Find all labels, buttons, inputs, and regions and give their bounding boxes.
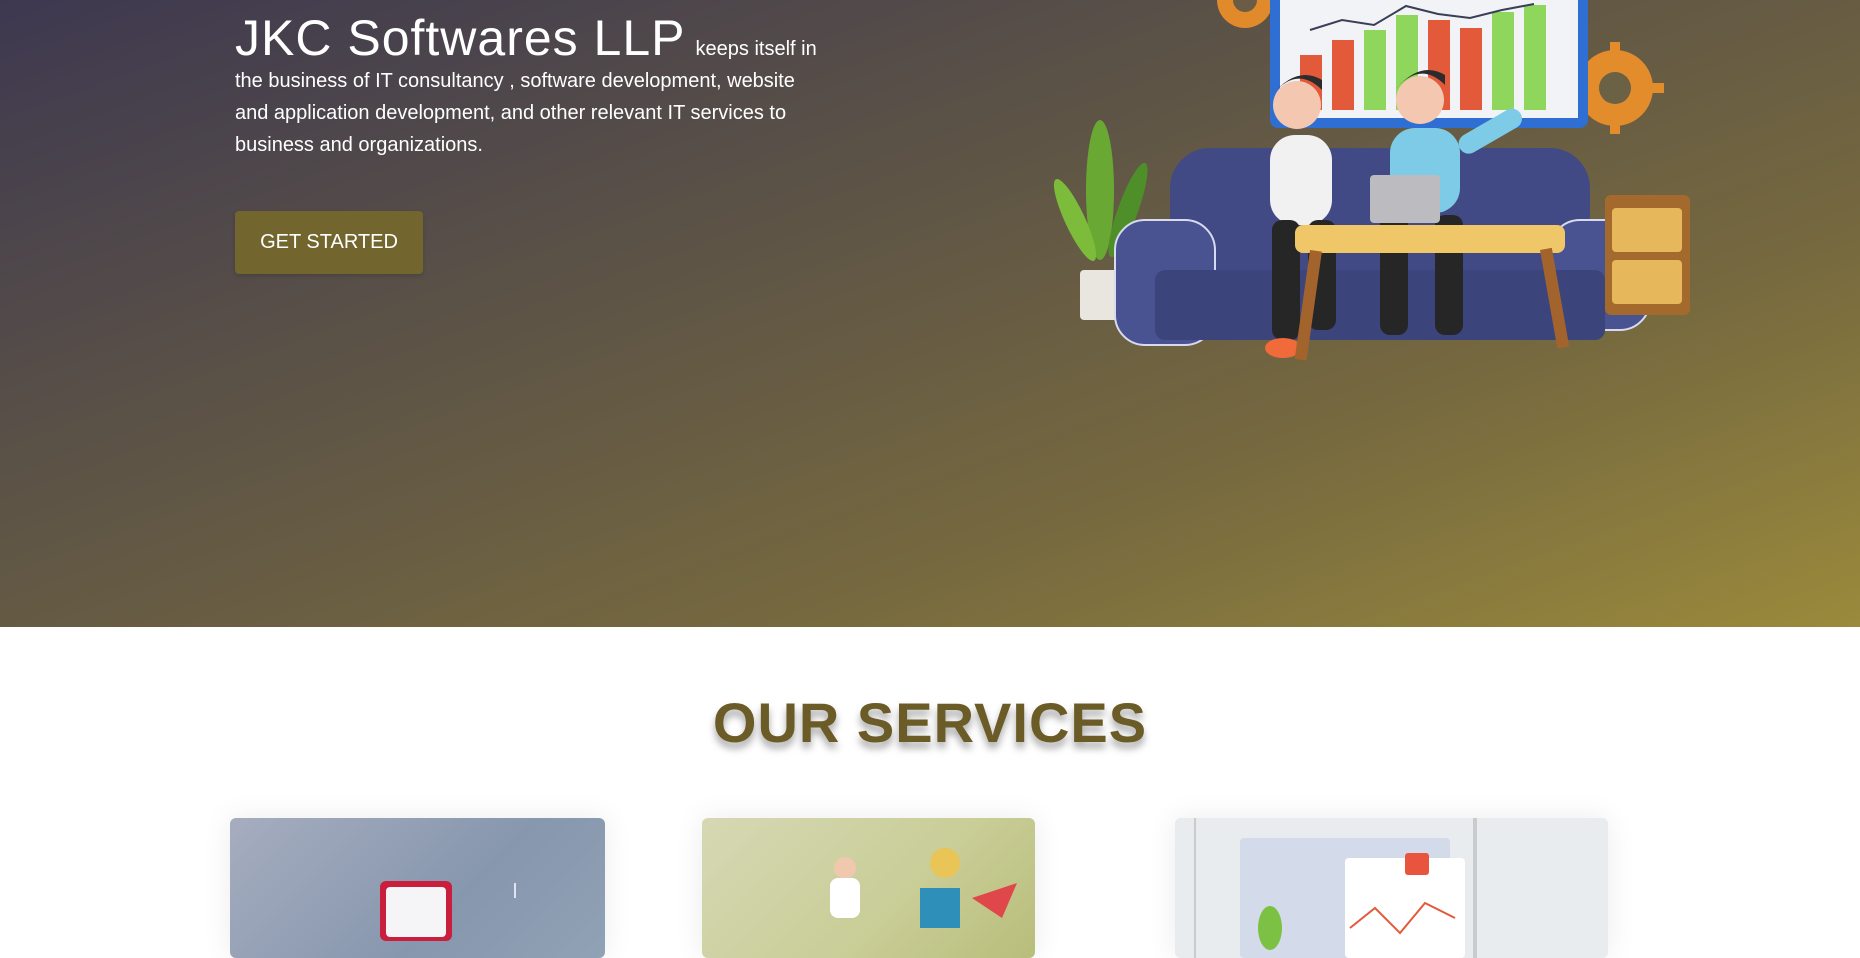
service-card-image [1175, 818, 1608, 958]
hero-tagline-line: business and organizations. [235, 134, 483, 156]
get-started-button[interactable]: GET STARTED [235, 211, 423, 274]
hero-tagline-line: and application development, and other r… [235, 102, 787, 124]
hero-tagline-start: keeps itself in [695, 38, 817, 60]
service-card[interactable] [230, 818, 605, 958]
team-illustration [1053, 0, 1690, 361]
service-card-image [380, 881, 516, 941]
service-card-image [830, 848, 1017, 928]
hero-section: JKC Softwares LLP keeps itself in the bus… [0, 0, 1860, 627]
hero-text-block: JKC Softwares LLP keeps itself in the bus… [235, 13, 855, 161]
service-card[interactable] [702, 818, 1035, 958]
gear-icon [1577, 42, 1664, 134]
cabinet-illustration [1605, 195, 1690, 315]
hero-tagline-line: the business of IT consultancy , softwar… [235, 70, 795, 92]
hero-heading: JKC Softwares LLP keeps itself in [235, 13, 855, 65]
service-card[interactable] [1175, 818, 1608, 958]
services-heading: OUR SERVICES [712, 691, 1148, 754]
gear-icon [1217, 0, 1273, 28]
brand-name: JKC Softwares LLP [235, 10, 686, 66]
